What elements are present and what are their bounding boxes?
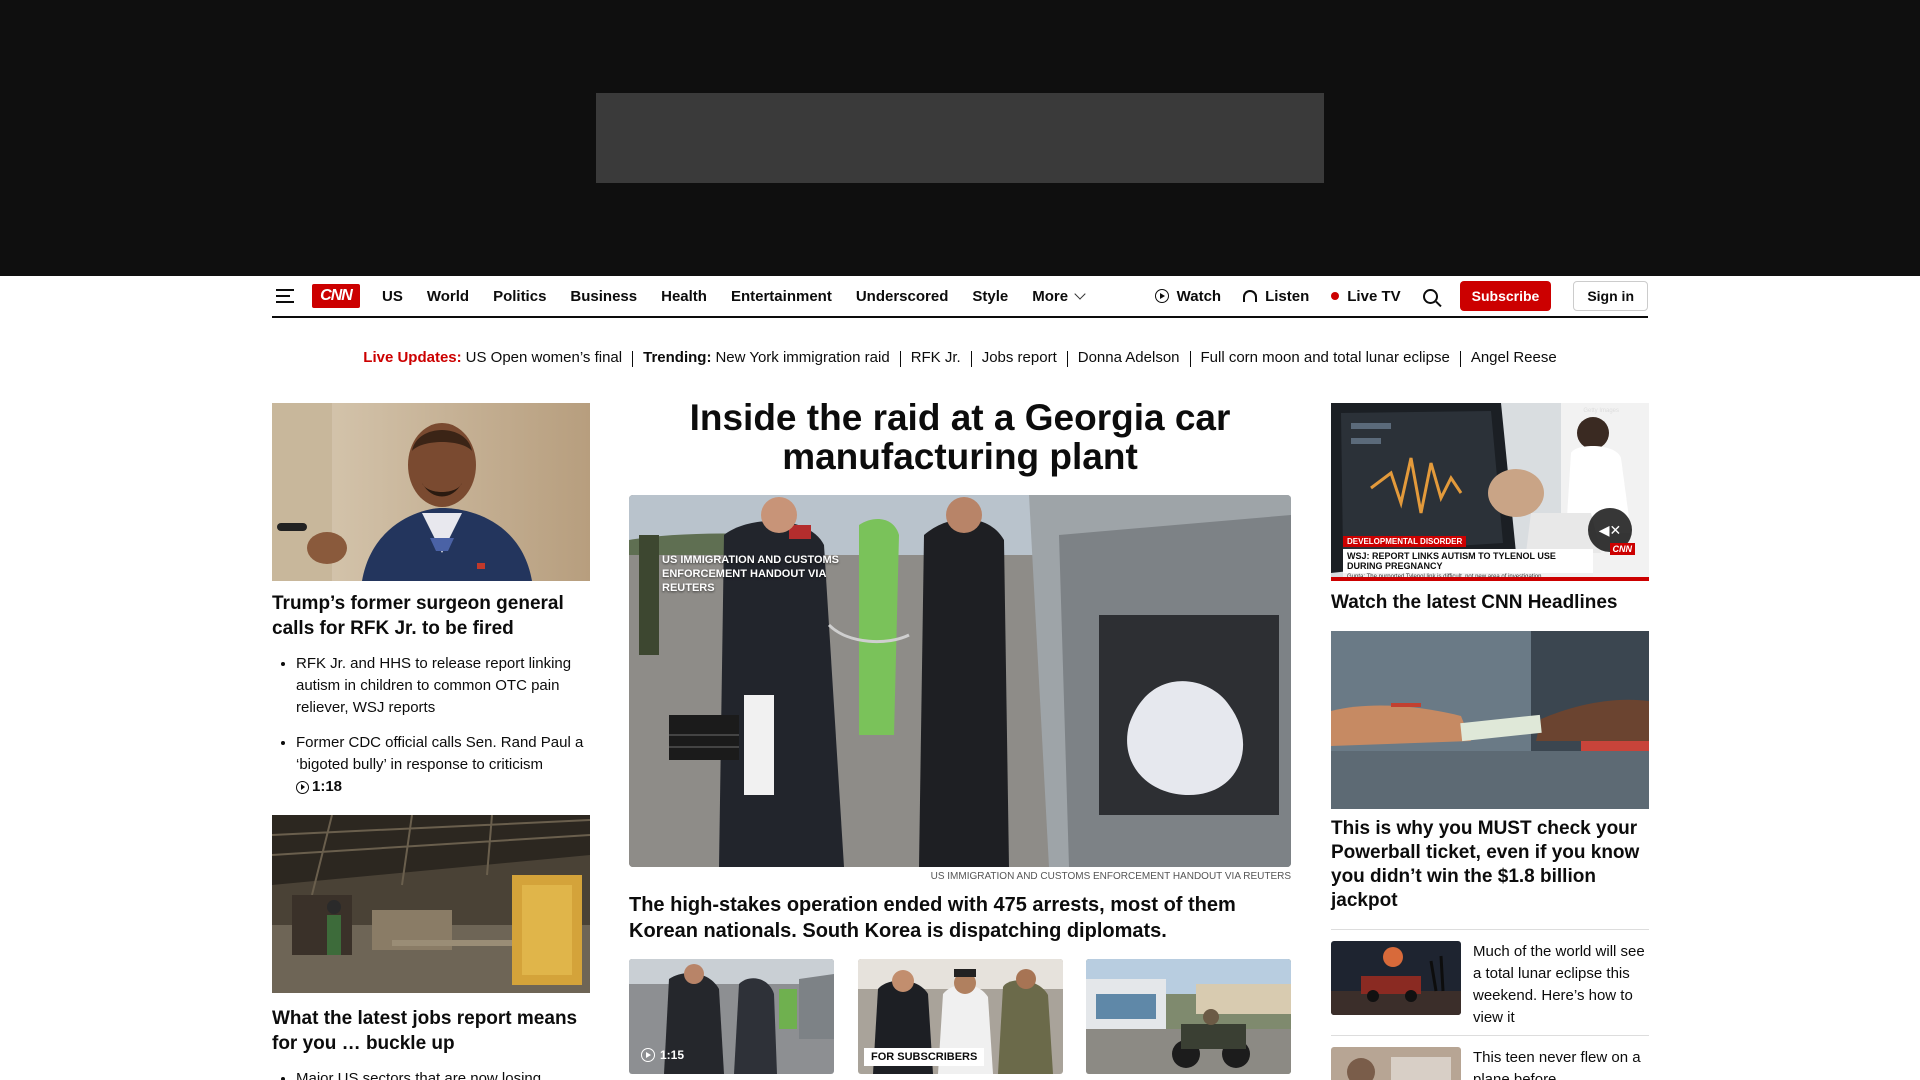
play-icon bbox=[1154, 289, 1169, 303]
story-headline[interactable]: Trump’s former surgeon general calls for… bbox=[272, 591, 590, 641]
powerball-image[interactable] bbox=[1331, 631, 1649, 809]
nav-link-business[interactable]: Business bbox=[570, 288, 637, 305]
live-updates-link[interactable]: US Open women’s final bbox=[466, 349, 622, 367]
chyron: DEVELOPMENTAL DISORDER WSJ: REPORT LINKS… bbox=[1343, 531, 1633, 581]
listen-button[interactable]: Listen bbox=[1243, 288, 1309, 305]
play-icon bbox=[296, 780, 309, 794]
nav-links: US World Politics Business Health Entert… bbox=[382, 287, 1086, 305]
nav-link-style[interactable]: Style bbox=[972, 288, 1008, 305]
chyron-headline: WSJ: REPORT LINKS AUTISM TO TYLENOL USE … bbox=[1343, 549, 1593, 573]
video-duration: 1:15 bbox=[641, 1048, 684, 1062]
lead-video[interactable]: US IMMIGRATION AND CUSTOMS ENFORCEMENT H… bbox=[629, 495, 1291, 867]
small-story[interactable]: Much of the world will see a total lunar… bbox=[1331, 941, 1649, 1029]
video-overlay-credit: US IMMIGRATION AND CUSTOMS ENFORCEMENT H… bbox=[662, 554, 840, 594]
nav-link-underscored[interactable]: Underscored bbox=[856, 288, 949, 305]
ad-banner-area bbox=[0, 0, 1920, 276]
nav-more-button[interactable]: More bbox=[1032, 287, 1086, 305]
related-links-list: Major US sectors that are now losing bbox=[272, 1068, 590, 1080]
related-link[interactable]: RFK Jr. and HHS to release report linkin… bbox=[296, 653, 590, 719]
sign-in-button[interactable]: Sign in bbox=[1573, 281, 1648, 311]
divider bbox=[1459, 351, 1461, 367]
story-tile[interactable] bbox=[1086, 959, 1291, 1074]
subscribers-badge: FOR SUBSCRIBERS bbox=[864, 1048, 985, 1066]
divider bbox=[632, 351, 634, 367]
watch-label: Watch bbox=[1176, 287, 1222, 305]
lunar-eclipse-thumbnail bbox=[1331, 941, 1461, 1015]
nav-link-entertainment[interactable]: Entertainment bbox=[731, 288, 832, 305]
trending-link[interactable]: Jobs report bbox=[982, 349, 1057, 367]
trending-link[interactable]: Donna Adelson bbox=[1078, 349, 1180, 367]
cnn-logo[interactable]: CNN bbox=[312, 284, 360, 308]
related-links-list: RFK Jr. and HHS to release report linkin… bbox=[272, 653, 590, 814]
small-story[interactable]: This teen never flew on a plane before bbox=[1331, 1047, 1649, 1080]
story-headline[interactable]: What the latest jobs report means for yo… bbox=[272, 1006, 590, 1056]
related-link-text: RFK Jr. and HHS to release report linkin… bbox=[296, 655, 572, 716]
chyron-tag: DEVELOPMENTAL DISORDER bbox=[1343, 536, 1467, 547]
small-story-text: Much of the world will see a total lunar… bbox=[1473, 943, 1645, 1026]
trending-label: Trending: bbox=[643, 349, 712, 366]
divider bbox=[899, 351, 901, 367]
cnn-bug-logo: CNN bbox=[1609, 543, 1635, 555]
related-link-text: Major US sectors that are now losing bbox=[296, 1070, 542, 1080]
menu-icon[interactable] bbox=[276, 289, 294, 303]
live-updates-label: Live Updates: bbox=[363, 349, 462, 366]
video-headline[interactable]: Watch the latest CNN Headlines bbox=[1331, 591, 1649, 615]
nav-link-us[interactable]: US bbox=[382, 288, 403, 305]
live-dot-icon bbox=[1331, 292, 1340, 300]
live-tv-button[interactable]: Live TV bbox=[1331, 287, 1401, 305]
headphones-icon bbox=[1243, 290, 1258, 302]
live-tv-label: Live TV bbox=[1347, 287, 1401, 305]
video-tile[interactable]: FOR SUBSCRIBERS bbox=[858, 959, 1063, 1074]
trending-link[interactable]: Angel Reese bbox=[1471, 349, 1557, 367]
nav-right-actions: Watch Listen Live TV Subscribe Sign in bbox=[1154, 281, 1648, 311]
chevron-down-icon bbox=[1074, 288, 1086, 300]
search-icon[interactable] bbox=[1422, 288, 1438, 304]
divider bbox=[970, 351, 972, 367]
nav-link-world[interactable]: World bbox=[427, 288, 469, 305]
photo-credit: US IMMIGRATION AND CUSTOMS ENFORCEMENT H… bbox=[930, 871, 1291, 882]
trending-link[interactable]: New York immigration raid bbox=[715, 349, 889, 367]
listen-label: Listen bbox=[1265, 287, 1310, 305]
surgeon-general-image[interactable] bbox=[272, 403, 590, 581]
video-tile[interactable]: 1:15 bbox=[629, 959, 834, 1074]
teen-story-thumbnail bbox=[1331, 1047, 1461, 1080]
video-duration: 1:18 bbox=[296, 776, 342, 798]
duration-text: 1:18 bbox=[312, 778, 343, 795]
factory-image[interactable] bbox=[272, 815, 590, 993]
video-progress-bar bbox=[1331, 577, 1649, 581]
nav-link-health[interactable]: Health bbox=[661, 288, 707, 305]
watch-button[interactable]: Watch bbox=[1154, 287, 1222, 305]
getty-credit: Getty Images bbox=[1583, 408, 1619, 414]
play-icon bbox=[641, 1048, 655, 1062]
lead-subheadline[interactable]: The high-stakes operation ended with 475… bbox=[629, 892, 1291, 944]
divider bbox=[1331, 1035, 1649, 1036]
duration-text: 1:15 bbox=[660, 1048, 685, 1062]
nav-link-politics[interactable]: Politics bbox=[493, 288, 546, 305]
trending-link[interactable]: RFK Jr. bbox=[911, 349, 961, 367]
related-link[interactable]: Major US sectors that are now losing bbox=[296, 1068, 590, 1080]
divider bbox=[1066, 351, 1068, 367]
lead-headline[interactable]: Inside the raid at a Georgia car manufac… bbox=[629, 398, 1291, 476]
divider bbox=[1331, 929, 1649, 930]
divider bbox=[1189, 351, 1191, 367]
story-headline[interactable]: This is why you MUST check your Powerbal… bbox=[1331, 817, 1649, 913]
related-link[interactable]: Former CDC official calls Sen. Rand Paul… bbox=[296, 732, 590, 801]
related-link-text: Former CDC official calls Sen. Rand Paul… bbox=[296, 734, 584, 773]
cnn-headlines-video[interactable]: Getty Images ◀✕ DEVELOPMENTAL DISORDER W… bbox=[1331, 403, 1649, 581]
top-navigation: CNN US World Politics Business Health En… bbox=[272, 276, 1648, 318]
subscribe-button[interactable]: Subscribe bbox=[1459, 281, 1552, 311]
ad-slot[interactable] bbox=[596, 93, 1324, 183]
small-story-text: This teen never flew on a plane before bbox=[1473, 1049, 1641, 1080]
trending-bar: Live Updates: US Open women’s final Tren… bbox=[272, 349, 1648, 367]
trending-link[interactable]: Full corn moon and total lunar eclipse bbox=[1201, 349, 1450, 367]
nav-more-label: More bbox=[1032, 287, 1069, 305]
